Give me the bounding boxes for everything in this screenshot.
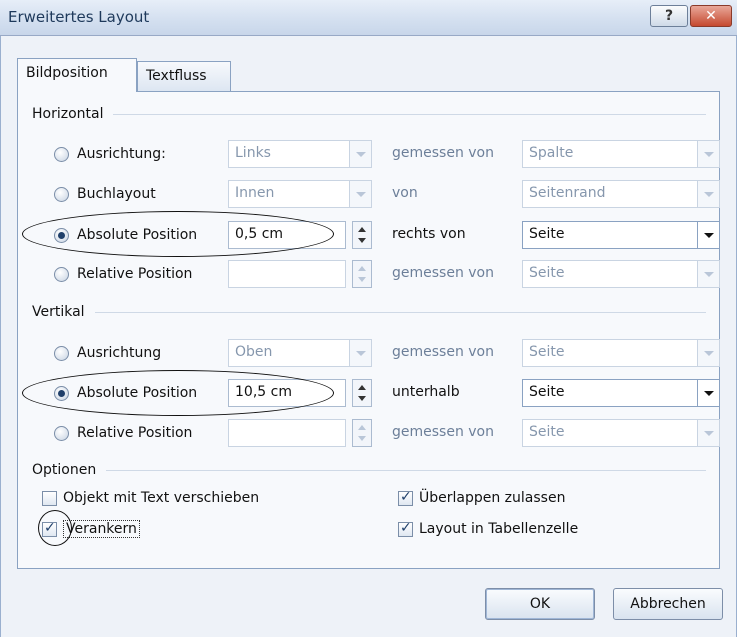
spinner-icon[interactable] (352, 419, 372, 447)
select-value: Oben (235, 344, 273, 360)
tab-bildposition[interactable]: Bildposition (17, 58, 137, 92)
select-value: Seite (529, 384, 565, 400)
radio-label: Ausrichtung (77, 345, 162, 361)
checkbox-label: Objekt mit Text verschieben (63, 490, 260, 506)
group-horizontal: Horizontal (32, 104, 706, 124)
h-ausrichtung-select[interactable]: Links (228, 140, 372, 168)
radio-button[interactable] (54, 425, 69, 441)
h-relation-label: gemessen von (392, 265, 494, 281)
checkbox[interactable] (42, 520, 57, 537)
group-vertikal: Vertikal (32, 302, 706, 322)
chevron-down-icon[interactable] (349, 181, 371, 207)
h-relation-label: gemessen von (392, 145, 494, 161)
radio-button[interactable] (54, 227, 69, 243)
h-relation-label: rechts von (392, 226, 466, 242)
radio-label: Relative Position (77, 266, 193, 282)
v-absolute-position-input[interactable]: 10,5 cm (228, 379, 346, 407)
close-button[interactable]: ✕ (690, 5, 732, 27)
radio-button[interactable] (54, 385, 69, 401)
radio-v-relative-position[interactable]: Relative Position (54, 420, 192, 446)
h-buchlayout-select[interactable]: Innen (228, 180, 372, 208)
select-value: Seite (529, 424, 565, 440)
select-value: Innen (235, 185, 275, 201)
help-button[interactable]: ? (650, 5, 688, 27)
chevron-down-icon[interactable] (697, 222, 719, 248)
h-ausrichtung-reference-select[interactable]: Spalte (522, 140, 720, 168)
chevron-down-icon[interactable] (697, 181, 719, 207)
select-value: Seite (529, 265, 565, 281)
ok-button[interactable]: OK (485, 588, 595, 620)
radio-label: Ausrichtung: (77, 146, 166, 162)
checkbox-verankern[interactable]: Verankern (42, 517, 140, 541)
h-buchlayout-reference-select[interactable]: Seitenrand (522, 180, 720, 208)
radio-button[interactable] (54, 266, 69, 282)
radio-h-relative-position[interactable]: Relative Position (54, 261, 192, 287)
select-value: Seitenrand (529, 185, 606, 201)
v-relative-position-input[interactable] (228, 419, 346, 447)
chevron-down-icon[interactable] (697, 261, 719, 287)
cancel-button[interactable]: Abbrechen (613, 588, 723, 620)
group-divider (113, 113, 706, 115)
v-absolute-reference-select[interactable]: Seite (522, 379, 720, 407)
radio-label: Relative Position (77, 425, 193, 441)
checkbox-ueberlappen-zulassen[interactable]: Überlappen zulassen (398, 486, 565, 510)
radio-v-ausrichtung[interactable]: Ausrichtung (54, 340, 161, 366)
radio-button[interactable] (54, 345, 69, 361)
select-value: Seite (529, 226, 565, 242)
spinner-icon[interactable] (352, 260, 372, 288)
select-value: Links (235, 145, 271, 161)
spinner-icon[interactable] (352, 221, 372, 249)
checkbox[interactable] (398, 489, 413, 506)
spinner-icon[interactable] (352, 379, 372, 407)
v-relative-reference-select[interactable]: Seite (522, 419, 720, 447)
window-title: Erweitertes Layout (8, 8, 150, 26)
h-relative-position-input[interactable] (228, 260, 346, 288)
checkbox-layout-in-tabellenzelle[interactable]: Layout in Tabellenzelle (398, 517, 578, 541)
group-divider (106, 469, 706, 471)
tab-textfluss[interactable]: Textfluss (137, 61, 231, 91)
radio-v-absolute-position[interactable]: Absolute Position (54, 380, 197, 406)
group-divider (94, 311, 706, 313)
v-relation-label: gemessen von (392, 344, 494, 360)
radio-label: Buchlayout (77, 186, 156, 202)
group-optionen: Optionen (32, 460, 706, 480)
radio-label: Absolute Position (77, 385, 198, 401)
h-relative-reference-select[interactable]: Seite (522, 260, 720, 288)
v-ausrichtung-reference-select[interactable]: Seite (522, 339, 720, 367)
checkbox-label: Überlappen zulassen (419, 490, 566, 506)
chevron-down-icon[interactable] (349, 340, 371, 366)
h-absolute-reference-select[interactable]: Seite (522, 221, 720, 249)
radio-button[interactable] (54, 146, 69, 162)
group-label-optionen: Optionen (32, 462, 97, 478)
chevron-down-icon[interactable] (697, 340, 719, 366)
dialog-body: Bildposition Textfluss Horizontal Ausric… (0, 36, 737, 637)
chevron-down-icon[interactable] (697, 141, 719, 167)
select-value: Seite (529, 344, 565, 360)
h-relation-label: von (392, 185, 418, 201)
v-ausrichtung-select[interactable]: Oben (228, 339, 372, 367)
v-relation-label: unterhalb (392, 384, 460, 400)
radio-h-buchlayout[interactable]: Buchlayout (54, 181, 156, 207)
checkbox[interactable] (398, 520, 413, 537)
chevron-down-icon[interactable] (697, 420, 719, 446)
h-absolute-position-input[interactable]: 0,5 cm (228, 221, 346, 249)
v-relation-label: gemessen von (392, 424, 494, 440)
checkbox-label: Layout in Tabellenzelle (419, 521, 579, 537)
group-label-horizontal: Horizontal (32, 106, 104, 122)
checkbox-objekt-mit-text-verschieben[interactable]: Objekt mit Text verschieben (42, 486, 259, 510)
radio-h-ausrichtung[interactable]: Ausrichtung: (54, 141, 166, 167)
title-bar: Erweitertes Layout ? ✕ (0, 0, 737, 36)
radio-label: Absolute Position (77, 227, 198, 243)
checkbox-label: Verankern (63, 520, 140, 538)
select-value: Spalte (529, 145, 574, 161)
checkbox[interactable] (42, 490, 57, 506)
tab-panel: Horizontal Ausrichtung: Links gemessen v… (17, 91, 720, 569)
radio-button[interactable] (54, 186, 69, 202)
chevron-down-icon[interactable] (697, 380, 719, 406)
chevron-down-icon[interactable] (349, 141, 371, 167)
group-label-vertikal: Vertikal (32, 304, 85, 320)
radio-h-absolute-position[interactable]: Absolute Position (54, 222, 197, 248)
